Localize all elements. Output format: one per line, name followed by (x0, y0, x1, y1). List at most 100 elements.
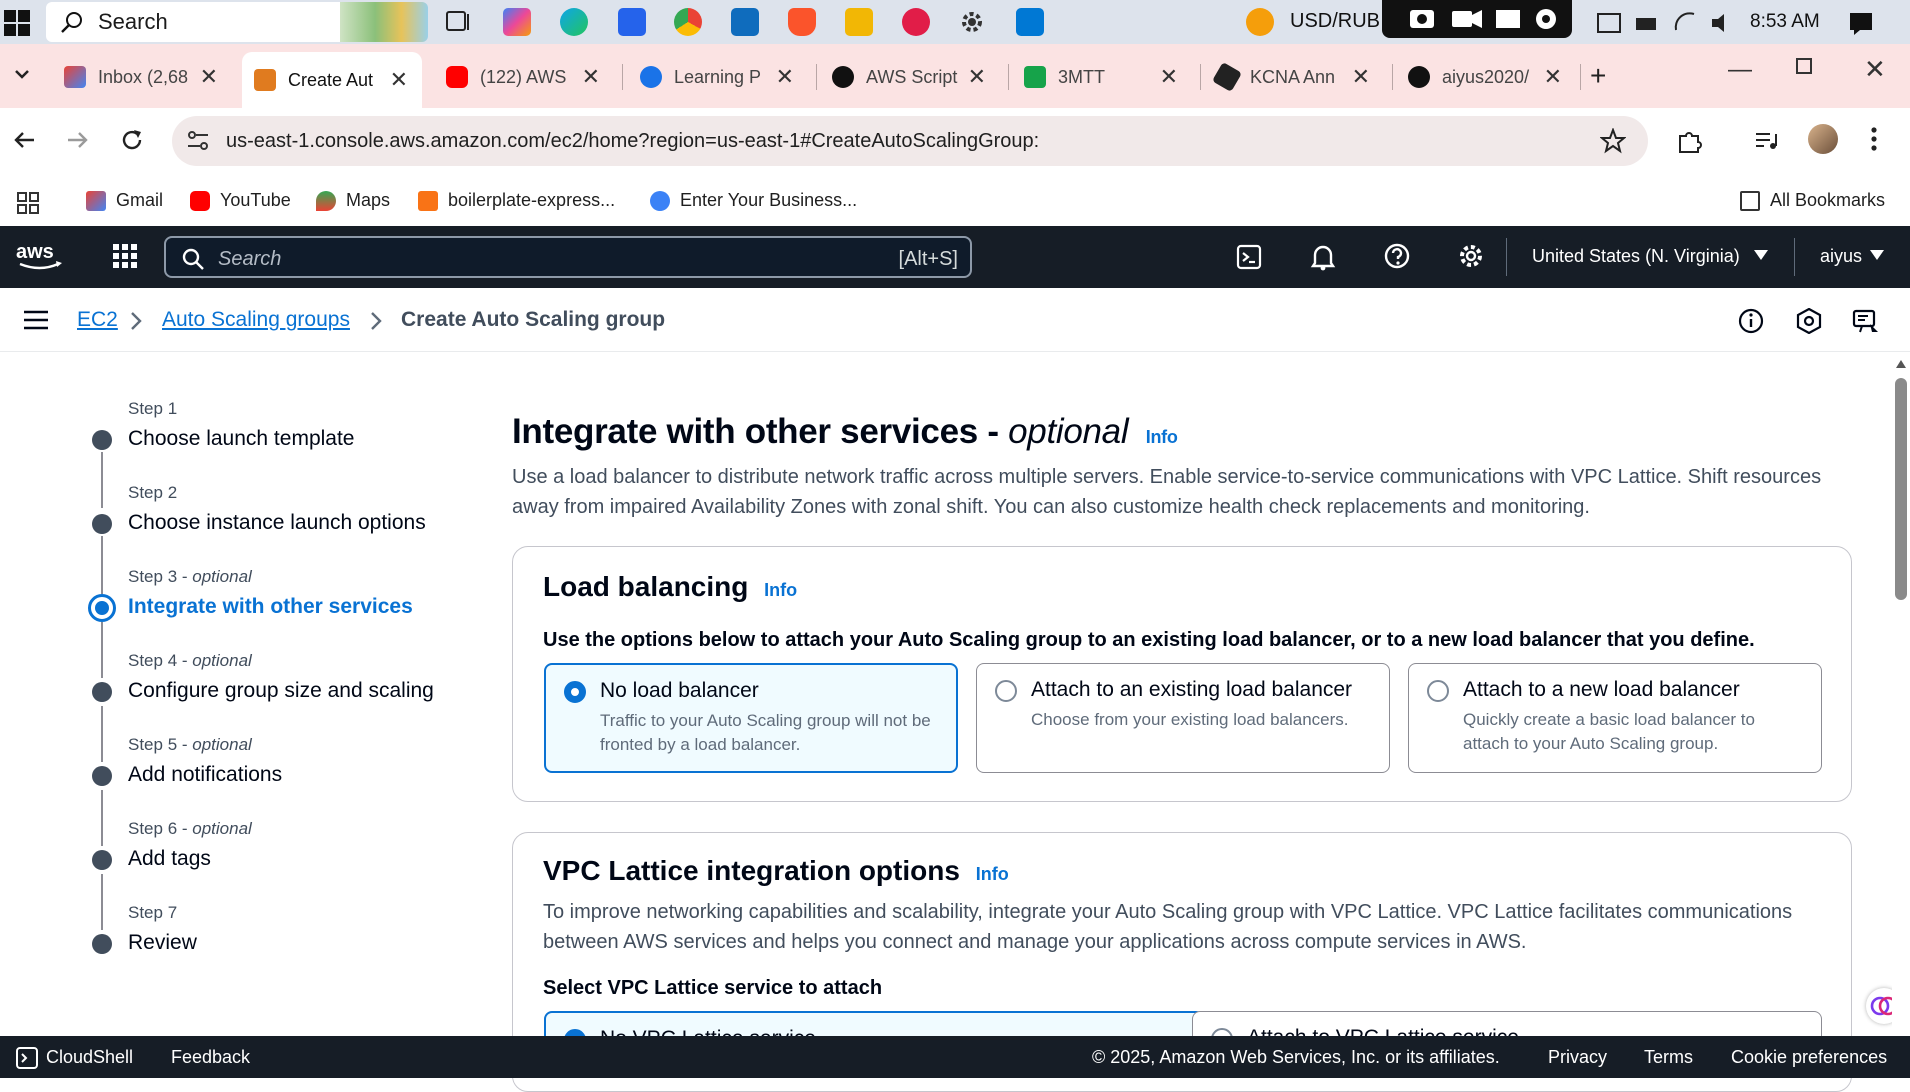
all-bookmarks-folder[interactable]: All Bookmarks (1740, 190, 1885, 211)
minimize-window-button[interactable]: — (1728, 56, 1752, 84)
wps-icon[interactable] (902, 8, 930, 36)
scrollbar-thumb[interactable] (1895, 378, 1907, 600)
hamburger-menu-icon[interactable] (24, 310, 48, 330)
bookmark-youtube[interactable]: YouTube (190, 190, 291, 211)
bookmark-boilerplate[interactable]: boilerplate-express... (418, 190, 615, 211)
breadcrumb-auto-scaling-groups[interactable]: Auto Scaling groups (162, 308, 350, 332)
privacy-link[interactable]: Privacy (1548, 1047, 1607, 1068)
tab-kcna[interactable]: KCNA Ann ✕ (1204, 52, 1384, 102)
close-tab-icon[interactable]: ✕ (390, 67, 408, 93)
system-clock[interactable]: 8:53 AM (1750, 11, 1820, 33)
step-5-name[interactable]: Add notifications (128, 763, 282, 787)
vscode-icon[interactable] (1016, 8, 1044, 36)
outlook-icon[interactable] (731, 8, 759, 36)
close-window-button[interactable]: ✕ (1864, 54, 1886, 85)
cloudshell-icon[interactable] (1236, 244, 1262, 270)
option-title: No load balancer (600, 679, 759, 702)
close-tab-icon[interactable]: ✕ (776, 64, 794, 90)
radio-unselected[interactable] (995, 680, 1017, 702)
tab-gmail[interactable]: Inbox (2,68 ✕ (52, 52, 232, 102)
bookmark-label: Gmail (116, 190, 164, 210)
notifications-icon[interactable] (1848, 10, 1876, 38)
tab-aws-script[interactable]: AWS Script ✕ (820, 52, 1000, 102)
cloudshell-link[interactable]: CloudShell (46, 1047, 133, 1068)
forward-arrow-icon[interactable] (66, 128, 90, 152)
task-view-icon[interactable] (444, 8, 472, 36)
copilot-icon[interactable] (503, 8, 531, 36)
restore-window-button[interactable] (1796, 58, 1812, 74)
option-existing-load-balancer[interactable]: Attach to an existing load balancer Choo… (976, 663, 1390, 773)
tray-icons[interactable] (1596, 10, 1724, 36)
close-tab-icon[interactable]: ✕ (200, 64, 218, 90)
radio-unselected[interactable] (1427, 680, 1449, 702)
site-info-icon[interactable] (186, 130, 210, 152)
chrome-icon[interactable] (674, 8, 702, 36)
step-3-current-indicator (88, 594, 116, 622)
tab-search-chevron-icon[interactable] (8, 60, 36, 88)
step-6-name[interactable]: Add tags (128, 847, 211, 871)
tab-youtube[interactable]: (122) AWS ✕ (434, 52, 614, 102)
load-balancing-info-link[interactable]: Info (764, 580, 797, 600)
profile-avatar[interactable] (1808, 124, 1838, 154)
settings-gear-icon[interactable] (1458, 243, 1484, 269)
windows-start-icon[interactable] (4, 10, 30, 36)
browser-menu-icon[interactable] (1870, 126, 1878, 152)
market-widget-icon[interactable] (1246, 8, 1274, 36)
bookmark-business[interactable]: Enter Your Business... (650, 190, 857, 211)
services-grid-icon[interactable] (112, 243, 138, 269)
address-bar[interactable]: us-east-1.console.aws.amazon.com/ec2/hom… (172, 116, 1648, 166)
back-arrow-icon[interactable] (12, 128, 36, 152)
extensions-puzzle-icon[interactable] (1676, 128, 1702, 154)
store-icon[interactable] (618, 8, 646, 36)
bookmark-star-icon[interactable] (1600, 128, 1626, 154)
tab-learning[interactable]: Learning P ✕ (628, 52, 808, 102)
close-tab-icon[interactable]: ✕ (1160, 64, 1178, 90)
media-controls-icon[interactable] (1754, 128, 1780, 154)
step-7-name[interactable]: Review (128, 931, 197, 955)
close-tab-icon[interactable]: ✕ (1544, 64, 1562, 90)
screen-recorder-toolbar[interactable] (1382, 0, 1572, 38)
vpc-lattice-info-link[interactable]: Info (976, 864, 1009, 884)
bookmark-gmail[interactable]: Gmail (86, 190, 163, 211)
step-4-name[interactable]: Configure group size and scaling (128, 679, 434, 703)
feedback-panel-icon[interactable] (1852, 308, 1878, 334)
feedback-link[interactable]: Feedback (171, 1047, 250, 1068)
step-2-name[interactable]: Choose instance launch options (128, 511, 426, 535)
edge-icon[interactable] (560, 8, 588, 36)
region-selector[interactable]: United States (N. Virginia) (1532, 246, 1740, 267)
aws-search-input[interactable]: Search [Alt+S] (164, 236, 972, 278)
scroll-up-arrow-icon[interactable] (1896, 360, 1906, 368)
notifications-bell-icon[interactable] (1310, 243, 1336, 271)
tab-github[interactable]: aiyus2020/ ✕ (1396, 52, 1576, 102)
currency-widget[interactable]: USD/RUB (1290, 10, 1380, 33)
load-balancing-title: Load balancing Info (543, 571, 798, 602)
aws-logo[interactable]: aws (16, 240, 64, 272)
help-icon[interactable] (1384, 243, 1410, 269)
settings-gear-icon[interactable] (958, 8, 986, 36)
breadcrumb-ec2[interactable]: EC2 (77, 308, 118, 332)
page-scrollbar[interactable] (1892, 352, 1910, 1036)
windows-taskbar: Search USD/RUB 8:53 AM (0, 0, 1910, 44)
radio-selected[interactable] (564, 681, 586, 703)
apps-grid-icon[interactable] (16, 191, 40, 215)
close-tab-icon[interactable]: ✕ (582, 64, 600, 90)
step-1-name[interactable]: Choose launch template (128, 427, 354, 451)
terms-link[interactable]: Terms (1644, 1047, 1693, 1068)
page-info-link[interactable]: Info (1146, 427, 1178, 447)
brave-icon[interactable] (788, 8, 816, 36)
tab-create-auto-scaling[interactable]: Create Aut ✕ (242, 52, 422, 108)
info-panel-icon[interactable] (1738, 308, 1764, 334)
tab-3mtt[interactable]: 3MTT ✕ (1012, 52, 1192, 102)
security-hexagon-icon[interactable] (1796, 308, 1822, 334)
close-tab-icon[interactable]: ✕ (1352, 64, 1370, 90)
bookmark-maps[interactable]: Maps (316, 190, 390, 211)
file-explorer-icon[interactable] (845, 8, 873, 36)
close-tab-icon[interactable]: ✕ (968, 64, 986, 90)
new-tab-button[interactable]: + (1590, 60, 1606, 92)
cookie-preferences-link[interactable]: Cookie preferences (1731, 1047, 1887, 1068)
account-menu[interactable]: aiyus (1820, 246, 1862, 267)
reload-icon[interactable] (120, 128, 144, 152)
cloudshell-icon[interactable] (16, 1047, 38, 1069)
option-no-load-balancer[interactable]: No load balancer Traffic to your Auto Sc… (544, 663, 958, 773)
option-new-load-balancer[interactable]: Attach to a new load balancer Quickly cr… (1408, 663, 1822, 773)
